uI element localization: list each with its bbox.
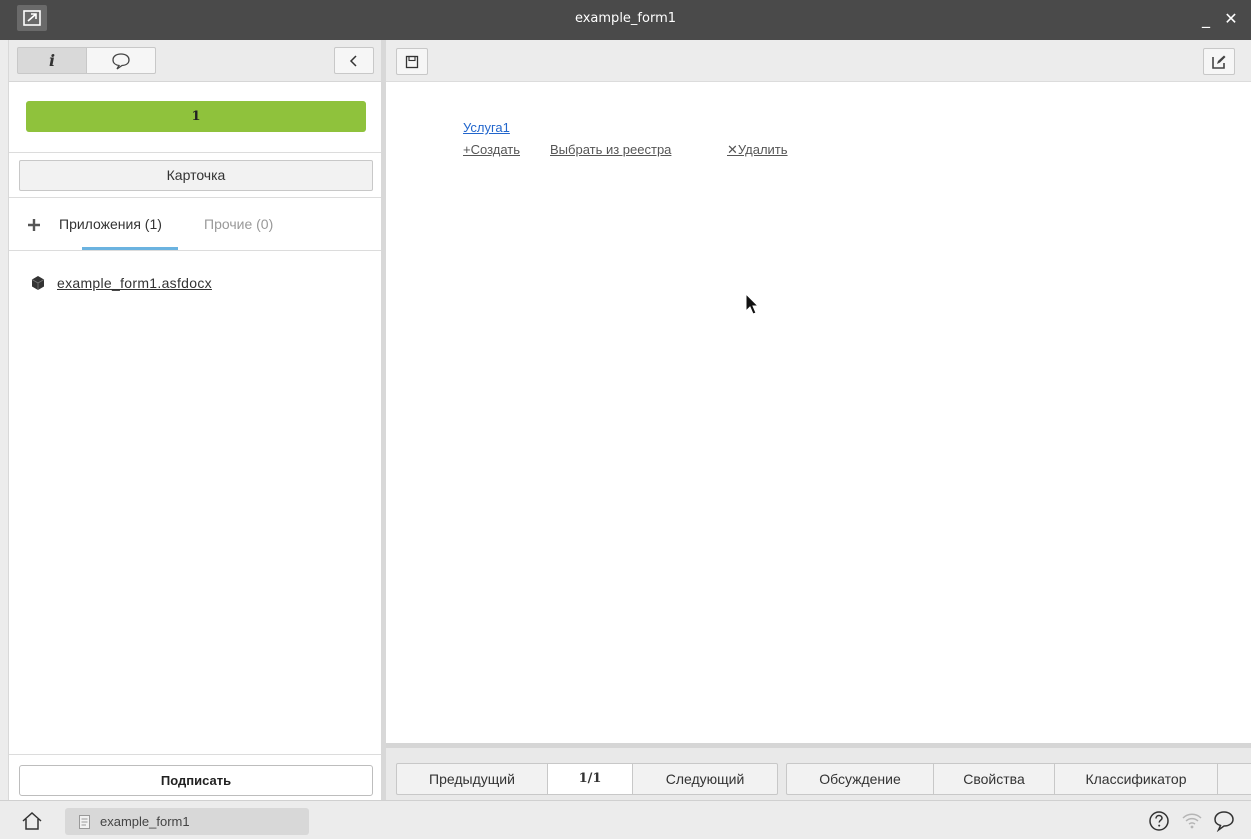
taskbar-item-label: example_form1 [100, 814, 190, 829]
sidebar-toolbar: i [9, 40, 382, 82]
document-icon [31, 276, 45, 290]
service-link[interactable]: Услуга1 [463, 120, 510, 135]
home-button[interactable] [20, 809, 44, 833]
comment-icon [112, 52, 130, 70]
document-icon [79, 814, 90, 829]
save-button[interactable] [396, 48, 428, 75]
sign-button[interactable]: Подписать [19, 765, 373, 796]
create-link[interactable]: +Создать [463, 142, 520, 157]
select-from-registry-link[interactable]: Выбрать из реестра [550, 142, 671, 157]
main-panel: Услуга1 +Создать Выбрать из реестра ✕Уда… [381, 40, 1251, 800]
more-button[interactable] [1217, 763, 1251, 795]
form-area: Услуга1 +Создать Выбрать из реестра ✕Уда… [386, 83, 1251, 743]
window-title: example_form1 [574, 11, 677, 26]
taskbar: example_form1 [0, 800, 1251, 839]
close-button[interactable]: ✕ [1221, 8, 1241, 30]
collapse-sidebar-button[interactable] [334, 47, 374, 74]
status-progress-bar: 1 [26, 101, 366, 132]
edit-button[interactable] [1203, 48, 1235, 75]
home-icon [22, 811, 42, 830]
properties-button[interactable]: Свойства [933, 763, 1055, 795]
chat-icon [1214, 811, 1234, 832]
divider [9, 197, 382, 198]
tab-other[interactable]: Прочие (0) [204, 216, 273, 232]
mouse-cursor-icon [745, 293, 760, 315]
progress-label: 1 [191, 109, 201, 124]
taskbar-window-item[interactable]: example_form1 [65, 808, 309, 835]
card-button[interactable]: Карточка [19, 160, 373, 191]
delete-link[interactable]: ✕Удалить [727, 142, 788, 158]
page-indicator: 1/1 [547, 763, 633, 795]
bottom-navigation: Предыдущий 1/1 Следующий Обсуждение Свой… [386, 743, 1251, 800]
info-icon: i [48, 51, 56, 70]
network-status[interactable] [1180, 809, 1204, 833]
file-link[interactable]: example_form1.asfdocx [57, 275, 212, 291]
window-titlebar: example_form1 _ ✕ [0, 0, 1251, 40]
left-sidebar: i 1 Карточка Приложения (1) Прочие (0) e… [8, 40, 382, 800]
divider [9, 250, 382, 251]
classifier-button[interactable]: Классификатор [1054, 763, 1218, 795]
help-icon [1149, 811, 1169, 831]
attachments-tabs: Приложения (1) Прочие (0) [9, 212, 382, 250]
add-icon[interactable] [26, 217, 42, 233]
divider [9, 152, 382, 153]
discussion-button[interactable]: Обсуждение [786, 763, 934, 795]
chat-button[interactable] [1212, 809, 1236, 833]
list-item: example_form1.asfdocx [31, 272, 212, 294]
help-button[interactable] [1147, 809, 1171, 833]
wifi-icon [1182, 813, 1202, 829]
info-tab[interactable]: i [17, 47, 87, 74]
divider [9, 754, 382, 755]
edit-icon [1212, 55, 1226, 69]
save-icon [405, 55, 419, 68]
next-button[interactable]: Следующий [632, 763, 778, 795]
minimize-button[interactable]: _ [1196, 8, 1216, 30]
tab-attachments[interactable]: Приложения (1) [59, 216, 162, 232]
main-toolbar [386, 40, 1251, 82]
chevron-left-icon [349, 54, 357, 67]
previous-button[interactable]: Предыдущий [396, 763, 548, 795]
comments-tab[interactable] [86, 47, 156, 74]
